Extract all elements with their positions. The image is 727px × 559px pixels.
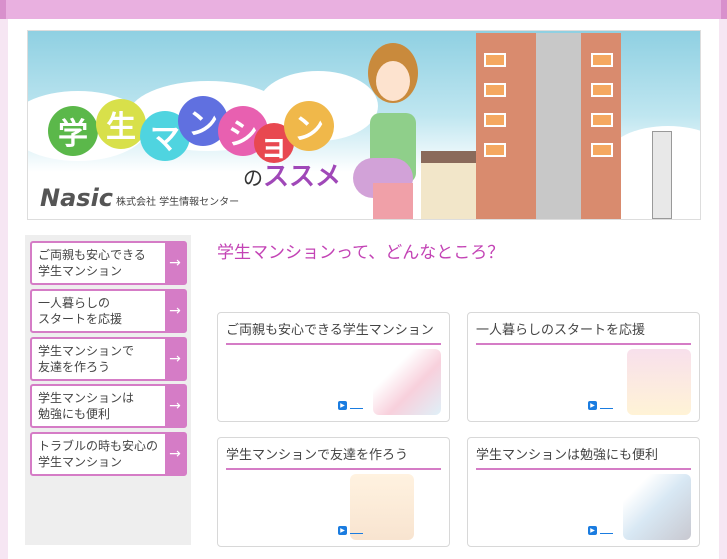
sidebar-item-trouble[interactable]: トラブルの時も安心の 学生マンション → — [30, 432, 187, 476]
play-icon: ▶ — [338, 401, 347, 410]
house-illustration — [421, 151, 483, 219]
sidebar-item-living-alone[interactable]: 一人暮らしの スタートを応援 → — [30, 289, 187, 333]
girl-illustration — [353, 43, 428, 219]
more-link[interactable]: ▶ — [338, 401, 363, 410]
company-name: 株式会社 学生情報センター — [116, 197, 240, 208]
card-title: ご両親も安心できる学生マンション — [226, 319, 441, 345]
sidebar-item-label: 学生マンションは 勉強にも便利 — [38, 391, 135, 421]
nasic-logo: Nasic — [40, 184, 114, 212]
card-living-alone[interactable]: 一人暮らしのスタートを応援 ▶ — [467, 312, 700, 422]
card-study[interactable]: 学生マンションは勉強にも便利 ▶ — [467, 437, 700, 547]
more-link[interactable]: ▶ — [588, 401, 613, 410]
clock-tower-illustration — [652, 131, 672, 219]
page-title: 学生マンションって、どんなところ？ — [217, 243, 505, 263]
card-friends[interactable]: 学生マンションで友達を作ろう ▶ — [217, 437, 450, 547]
sidebar-item-label: ご両親も安心できる 学生マンション — [38, 248, 146, 278]
play-icon: ▶ — [338, 526, 347, 535]
top-band — [0, 0, 727, 19]
arrow-right-icon: → — [165, 339, 185, 379]
sidebar-item-label: 一人暮らしの スタートを応援 — [38, 296, 123, 326]
arrow-right-icon: → — [165, 434, 185, 474]
play-icon: ▶ — [588, 526, 597, 535]
arrow-right-icon: → — [165, 386, 185, 426]
card-title: 一人暮らしのスタートを応援 — [476, 319, 691, 345]
more-link[interactable]: ▶ — [338, 526, 363, 535]
sidebar-item-friends[interactable]: 学生マンションで 友達を作ろう → — [30, 337, 187, 381]
card-title: 学生マンションは勉強にも便利 — [476, 444, 691, 470]
card-illustration — [373, 349, 441, 415]
more-link[interactable]: ▶ — [588, 526, 613, 535]
card-illustration — [627, 349, 691, 415]
laptop-illustration — [623, 474, 691, 540]
title-char: 生 — [96, 99, 146, 149]
play-icon: ▶ — [588, 401, 597, 410]
card-title: 学生マンションで友達を作ろう — [226, 444, 441, 470]
title-char: ン — [284, 101, 334, 151]
arrow-right-icon: → — [165, 243, 185, 283]
banner-subtitle: のススメ — [243, 162, 342, 192]
hero-banner: 学 生 マ ン シ ョ ン のススメ Nasic 株式会社 学生情報センター — [27, 30, 701, 220]
arrow-right-icon: → — [165, 291, 185, 331]
card-parents[interactable]: ご両親も安心できる学生マンション ▶ — [217, 312, 450, 422]
sidebar-item-parents[interactable]: ご両親も安心できる 学生マンション → — [30, 241, 187, 285]
sidebar: ご両親も安心できる 学生マンション → 一人暮らしの スタートを応援 → 学生マンシ… — [25, 235, 191, 545]
sidebar-item-label: トラブルの時も安心の 学生マンション — [38, 439, 159, 469]
sidebar-item-study[interactable]: 学生マンションは 勉強にも便利 → — [30, 384, 187, 428]
sidebar-item-label: 学生マンションで 友達を作ろう — [38, 344, 135, 374]
title-char: 学 — [48, 106, 98, 156]
apartment-building-illustration — [476, 33, 621, 219]
